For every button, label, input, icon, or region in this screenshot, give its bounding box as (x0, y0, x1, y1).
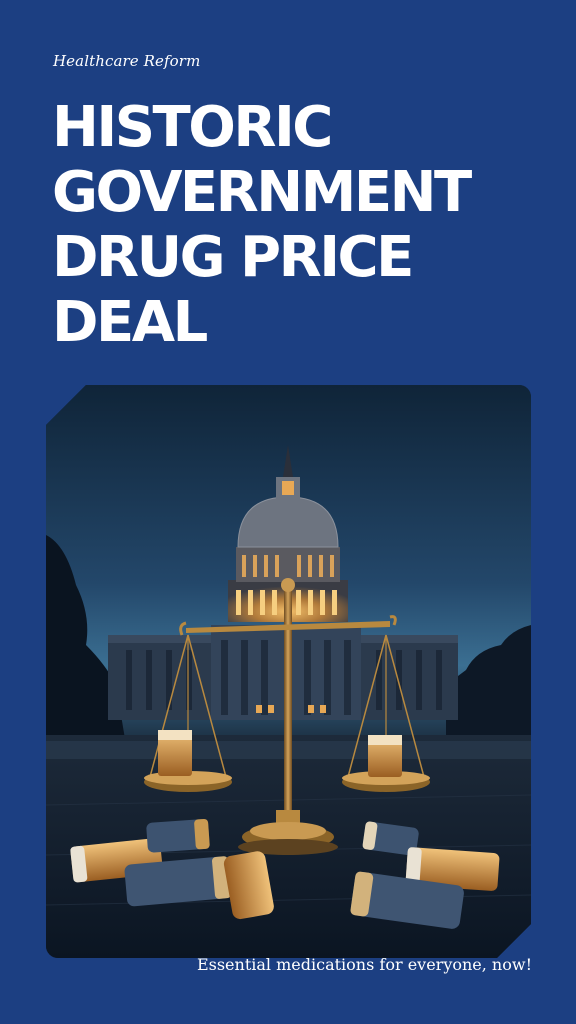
capitol-scale-pills-photo (46, 385, 531, 958)
headline-line-4: DEAL (52, 290, 208, 355)
headline: HISTORIC GOVERNMENT DRUG PRICE DEAL (52, 95, 552, 355)
poster: Healthcare Reform HISTORIC GOVERNMENT DR… (0, 0, 576, 1024)
headline-line-3: DRUG PRICE (52, 225, 414, 290)
headline-line-1: HISTORIC (52, 95, 333, 160)
category-label: Healthcare Reform (53, 52, 201, 70)
photo-illustration (46, 385, 531, 958)
tagline: Essential medications for everyone, now! (196, 955, 532, 974)
headline-line-2: GOVERNMENT (52, 160, 472, 225)
